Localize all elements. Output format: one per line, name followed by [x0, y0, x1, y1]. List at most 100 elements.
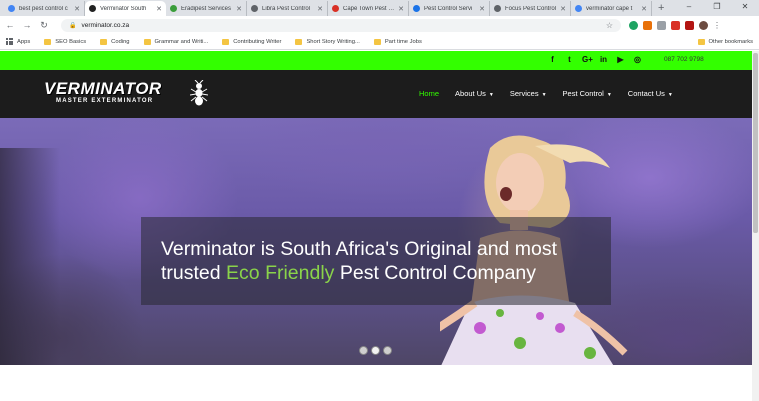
folder-icon: [295, 38, 303, 45]
nav-item-label: Contact Us: [627, 89, 665, 98]
back-icon[interactable]: ←: [3, 20, 17, 30]
new-tab-button[interactable]: +: [652, 1, 670, 16]
forward-icon[interactable]: →: [20, 20, 34, 30]
social-links: f t G+ in ▶ ◎: [548, 55, 642, 64]
bookmark-label: Coding: [111, 38, 130, 45]
hero-line-1: Verminator is South Africa's Original an…: [161, 238, 558, 260]
bookmark-label: SEO Basics: [55, 38, 87, 45]
slider-dots: [359, 346, 392, 355]
profile-avatar[interactable]: [699, 20, 708, 30]
facebook-icon[interactable]: f: [548, 55, 557, 64]
hero-line-2-prefix: trusted: [161, 262, 227, 284]
apps-grid-icon: [6, 38, 13, 45]
lock-icon: 🔒: [69, 22, 77, 29]
tab-favicon-icon: [89, 5, 96, 12]
browser-tab[interactable]: Libra Pest Control ✕: [247, 1, 328, 16]
extension-icon[interactable]: [671, 20, 680, 30]
chevron-down-icon: ▼: [606, 92, 612, 98]
tab-close-icon[interactable]: ✕: [560, 5, 566, 13]
bookmark-label: Grammar and Writi...: [154, 38, 209, 45]
extension-icon[interactable]: [657, 20, 666, 30]
tab-close-icon[interactable]: ✕: [74, 5, 80, 13]
bookmark-item[interactable]: Coding: [100, 38, 130, 45]
tab-close-icon[interactable]: ✕: [236, 5, 242, 13]
other-bookmarks-label: Other bookmarks: [708, 38, 753, 45]
hero-caption-box: Verminator is South Africa's Original an…: [141, 217, 611, 305]
menu-dots-icon[interactable]: ⋮: [713, 21, 721, 30]
nav-item-pest-control[interactable]: Pest Control ▼: [563, 89, 612, 98]
logo-tagline: MASTER EXTERMINATOR: [56, 98, 154, 104]
nav-item-services[interactable]: Services ▼: [510, 89, 547, 98]
slider-dot[interactable]: [359, 346, 368, 355]
folder-icon: [143, 38, 151, 45]
bookmark-item[interactable]: Part time Jobs: [373, 38, 422, 45]
chevron-down-icon: ▼: [541, 92, 547, 98]
maximize-button[interactable]: ❐: [703, 0, 731, 16]
tab-favicon-icon: [8, 5, 15, 12]
minimize-button[interactable]: –: [675, 0, 703, 16]
tab-title: best pest control c: [19, 5, 68, 12]
scrollbar-thumb[interactable]: [753, 53, 758, 233]
youtube-icon[interactable]: ▶: [616, 55, 625, 64]
tab-favicon-icon: [170, 5, 177, 12]
bookmark-item[interactable]: SEO Basics: [44, 38, 87, 45]
bookmark-item[interactable]: Contributing Writer: [222, 38, 281, 45]
chevron-down-icon: ▼: [488, 92, 494, 98]
nav-item-label: About Us: [455, 89, 486, 98]
instagram-icon[interactable]: ◎: [633, 55, 642, 64]
site-navbar: VERMINATOR MASTER EXTERMINATOR Home About…: [0, 70, 752, 118]
tab-title: Cape Town Pest Co: [343, 5, 396, 12]
bookmark-item[interactable]: Short Story Writing...: [295, 38, 360, 45]
hero-eco-friendly: Eco Friendly: [226, 262, 335, 284]
page-scrollbar[interactable]: [752, 51, 759, 401]
tab-close-icon[interactable]: ✕: [156, 5, 162, 13]
nav-item-contact-us[interactable]: Contact Us ▼: [628, 89, 673, 98]
tab-close-icon[interactable]: ✕: [641, 5, 647, 13]
browser-tab[interactable]: Eradipest Services ✕: [166, 1, 247, 16]
ant-logo-icon: [190, 80, 208, 106]
hero-caption: Verminator is South Africa's Original an…: [161, 237, 611, 285]
browser-tab[interactable]: Pest Control Servi ✕: [409, 1, 490, 16]
slider-dot[interactable]: [371, 346, 380, 355]
tab-title: verminator cape t: [586, 5, 633, 12]
url-input[interactable]: 🔒 verminator.co.za ☆: [61, 18, 621, 32]
bookmark-star-icon[interactable]: ☆: [606, 21, 613, 30]
tab-title: Focus Pest Control: [505, 5, 557, 12]
logo-text: VERMINATOR: [44, 79, 162, 98]
window-controls: – ❐ ✕: [675, 0, 759, 16]
tree-silhouette: [0, 148, 60, 365]
tab-favicon-icon: [575, 5, 582, 12]
tab-close-icon[interactable]: ✕: [479, 5, 485, 13]
linkedin-icon[interactable]: in: [599, 55, 608, 64]
tab-title: Pest Control Servi: [424, 5, 473, 12]
bookmark-item[interactable]: Apps: [6, 38, 30, 45]
nav-item-label: Home: [419, 89, 440, 98]
site-logo[interactable]: VERMINATOR MASTER EXTERMINATOR: [44, 79, 208, 106]
chevron-down-icon: ▼: [667, 92, 673, 98]
tab-close-icon[interactable]: ✕: [317, 5, 323, 13]
browser-tab[interactable]: Verminator South ✕: [85, 1, 166, 16]
browser-tab[interactable]: Cape Town Pest Co ✕: [328, 1, 409, 16]
twitter-icon[interactable]: t: [565, 55, 574, 64]
nav-item-home[interactable]: Home: [419, 89, 439, 98]
browser-tab[interactable]: Focus Pest Control ✕: [490, 1, 571, 16]
folder-icon: [373, 38, 381, 45]
browser-tab[interactable]: best pest control c ✕: [4, 1, 85, 16]
nav-item-label: Services: [509, 89, 539, 98]
other-bookmarks[interactable]: Other bookmarks: [697, 38, 753, 45]
tab-favicon-icon: [494, 5, 501, 12]
google-plus-icon[interactable]: G+: [582, 55, 593, 64]
grammarly-extension-icon[interactable]: [629, 20, 638, 30]
bookmark-label: Apps: [17, 38, 31, 45]
phone-number[interactable]: 087 702 9798: [664, 56, 704, 63]
close-window-button[interactable]: ✕: [731, 0, 759, 16]
browser-tab[interactable]: verminator cape t ✕: [571, 1, 652, 16]
nav-item-about-us[interactable]: About Us ▼: [455, 89, 494, 98]
reload-icon[interactable]: ↻: [37, 20, 51, 31]
bookmark-item[interactable]: Grammar and Writi...: [143, 38, 209, 45]
main-menu: Home About Us ▼ Services ▼ Pest Control ▼ Conta…: [419, 89, 689, 98]
slider-dot[interactable]: [383, 346, 392, 355]
extension-icon[interactable]: [643, 20, 652, 30]
tab-close-icon[interactable]: ✕: [398, 5, 404, 13]
extension-icon[interactable]: [685, 20, 694, 30]
